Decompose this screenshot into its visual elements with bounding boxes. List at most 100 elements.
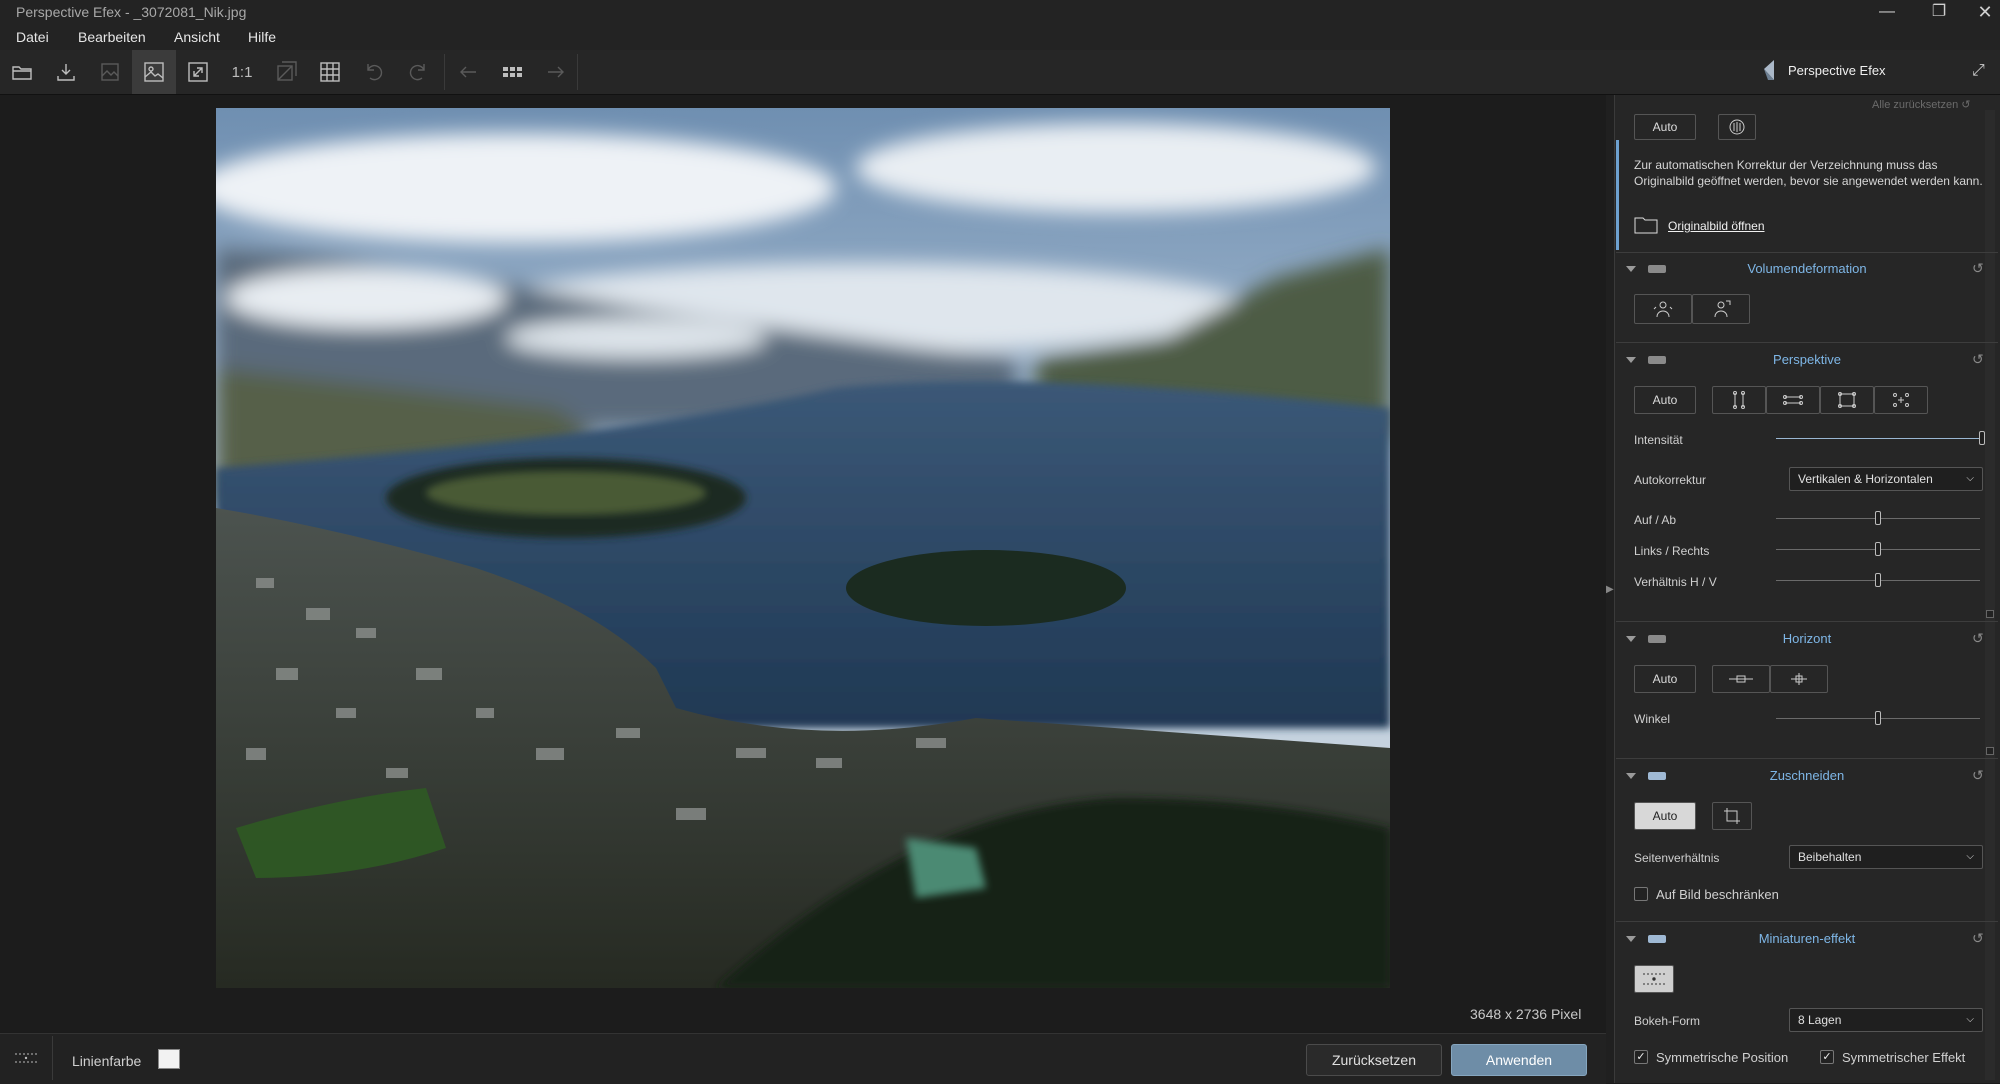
bottom-divider <box>52 1036 53 1080</box>
fit-screen-icon[interactable] <box>176 50 220 94</box>
chevron-down-icon: ⌵ <box>1966 1014 1974 1025</box>
points-correction-icon[interactable] <box>1874 386 1928 414</box>
sym-effect-checkbox[interactable]: ✓ <box>1820 1050 1834 1064</box>
compare-icon[interactable] <box>88 50 132 94</box>
undo-icon[interactable] <box>352 50 396 94</box>
next-image-icon[interactable] <box>534 50 578 94</box>
angle-label: Winkel <box>1634 712 1671 726</box>
perspective-title: Perspektive <box>1773 352 1841 367</box>
restore-icon[interactable]: ❐ <box>1916 0 1962 24</box>
folder-icon[interactable] <box>1634 216 1658 237</box>
line-color-label: Linienfarbe <box>72 1053 142 1069</box>
chevron-down-icon: ⌵ <box>1966 473 1974 484</box>
sym-position-checkbox[interactable]: ✓ <box>1634 1050 1648 1064</box>
left-right-slider-knob[interactable] <box>1875 542 1881 556</box>
perspective-auto-button[interactable]: Auto <box>1634 386 1696 414</box>
menu-bar <box>0 24 2000 50</box>
up-down-label: Auf / Ab <box>1634 513 1677 527</box>
reset-button[interactable]: Zurücksetzen <box>1306 1044 1442 1076</box>
save-icon[interactable] <box>44 50 88 94</box>
open-folder-icon[interactable] <box>0 50 44 94</box>
menu-hilfe[interactable]: Hilfe <box>248 29 276 45</box>
crop-title: Zuschneiden <box>1769 768 1845 783</box>
photo-preview[interactable] <box>216 108 1390 988</box>
section-resize-handle[interactable] <box>1986 747 1994 755</box>
open-original-link[interactable]: Originalbild öffnen <box>1668 219 1765 233</box>
rectangle-correction-icon[interactable] <box>1820 386 1874 414</box>
vertical-correction-icon[interactable] <box>1712 386 1766 414</box>
volume-portrait-icon[interactable] <box>1692 294 1750 324</box>
angle-slider-knob[interactable] <box>1875 711 1881 725</box>
section-divider <box>1616 621 1998 622</box>
autocorrect-label: Autokorrektur <box>1634 473 1707 487</box>
horizon-reset-icon[interactable]: ↺ <box>1972 630 1984 647</box>
horizon-line-icon[interactable] <box>1712 665 1770 693</box>
volume-wide-icon[interactable] <box>1634 294 1692 324</box>
reset-all-label: Alle zurücksetzen <box>1872 99 1959 111</box>
section-resize-handle[interactable] <box>1986 610 1994 618</box>
aspect-select[interactable]: Beibehalten ⌵ <box>1789 845 1983 869</box>
fullscreen-icon[interactable]: ⤢ <box>1972 62 1985 80</box>
intensity-slider-knob[interactable] <box>1979 431 1985 445</box>
window-title: Perspective Efex - _3072081_Nik.jpg <box>16 4 247 20</box>
crop-icon[interactable] <box>1712 802 1752 830</box>
section-divider <box>1616 342 1998 343</box>
collapse-panel-icon[interactable]: ▶ <box>1606 584 1614 595</box>
filmstrip-icon[interactable] <box>490 50 534 94</box>
crop-reset-icon[interactable]: ↺ <box>1972 767 1984 784</box>
brand-name: Perspective Efex <box>1788 62 1886 78</box>
redo-icon[interactable] <box>396 50 440 94</box>
constrain-checkbox[interactable] <box>1634 887 1648 901</box>
ratio-label: Verhältnis H / V <box>1634 575 1717 589</box>
zoom-1-1-button[interactable]: 1:1 <box>220 50 264 94</box>
horizon-title: Horizont <box>1782 631 1832 646</box>
up-down-slider-knob[interactable] <box>1875 511 1881 525</box>
volume-reset-icon[interactable]: ↺ <box>1972 260 1984 277</box>
apply-button[interactable]: Anwenden <box>1451 1044 1587 1076</box>
constrain-label: Auf Bild beschränken <box>1656 887 1779 902</box>
horizontal-correction-icon[interactable] <box>1766 386 1820 414</box>
perspective-reset-icon[interactable]: ↺ <box>1972 351 1984 368</box>
section-divider <box>1616 921 1998 922</box>
menu-bearbeiten[interactable]: Bearbeiten <box>78 29 146 45</box>
image-view-icon[interactable] <box>132 50 176 94</box>
aspect-label: Seitenverhältnis <box>1634 851 1720 865</box>
miniature-title: Miniaturen-effekt <box>1758 931 1856 946</box>
volume-title: Volumendeformation <box>1747 261 1867 276</box>
left-right-label: Links / Rechts <box>1634 544 1710 558</box>
intensity-label: Intensität <box>1634 433 1683 447</box>
lens-auto-button[interactable]: Auto <box>1634 114 1696 140</box>
menu-ansicht[interactable]: Ansicht <box>174 29 220 45</box>
intensity-slider-track[interactable] <box>1776 438 1982 439</box>
autocorrect-value: Vertikalen & Horizontalen <box>1798 472 1933 486</box>
line-style-icon[interactable] <box>14 1052 38 1064</box>
grid-icon[interactable] <box>308 50 352 94</box>
brand: Perspective Efex <box>1762 59 1886 81</box>
previous-image-icon[interactable] <box>446 50 490 94</box>
line-color-swatch[interactable] <box>158 1049 180 1069</box>
minimize-icon[interactable]: — <box>1864 0 1910 24</box>
bokeh-value: 8 Lagen <box>1798 1013 1842 1027</box>
image-dimensions: 3648 x 2736 Pixel <box>1470 1006 1582 1022</box>
tilt-shift-icon[interactable] <box>1634 965 1674 993</box>
section-divider <box>1616 758 1998 759</box>
toolbar-divider <box>577 54 578 90</box>
section-divider <box>1616 252 1998 253</box>
chevron-down-icon: ⌵ <box>1966 851 1974 862</box>
title-bar <box>0 0 2000 24</box>
horizon-auto-button[interactable]: Auto <box>1634 665 1696 693</box>
menu-datei[interactable]: Datei <box>16 29 49 45</box>
crop-auto-button[interactable]: Auto <box>1634 802 1696 830</box>
miniature-reset-icon[interactable]: ↺ <box>1972 930 1984 947</box>
sym-position-label: Symmetrische Position <box>1656 1050 1789 1065</box>
split-view-icon[interactable] <box>264 50 308 94</box>
lens-info-text: Zur automatischen Korrektur der Verzeich… <box>1634 158 1983 188</box>
close-icon[interactable]: ✕ <box>1962 0 2000 24</box>
horizon-rotate-icon[interactable] <box>1770 665 1828 693</box>
toolbar-divider <box>444 54 445 90</box>
bokeh-select[interactable]: 8 Lagen ⌵ <box>1789 1008 1983 1032</box>
reset-all-link[interactable]: Alle zurücksetzen ↺ <box>1872 98 1971 111</box>
autocorrect-select[interactable]: Vertikalen & Horizontalen ⌵ <box>1789 467 1983 491</box>
ratio-slider-knob[interactable] <box>1875 573 1881 587</box>
lens-distortion-icon[interactable] <box>1718 114 1756 140</box>
